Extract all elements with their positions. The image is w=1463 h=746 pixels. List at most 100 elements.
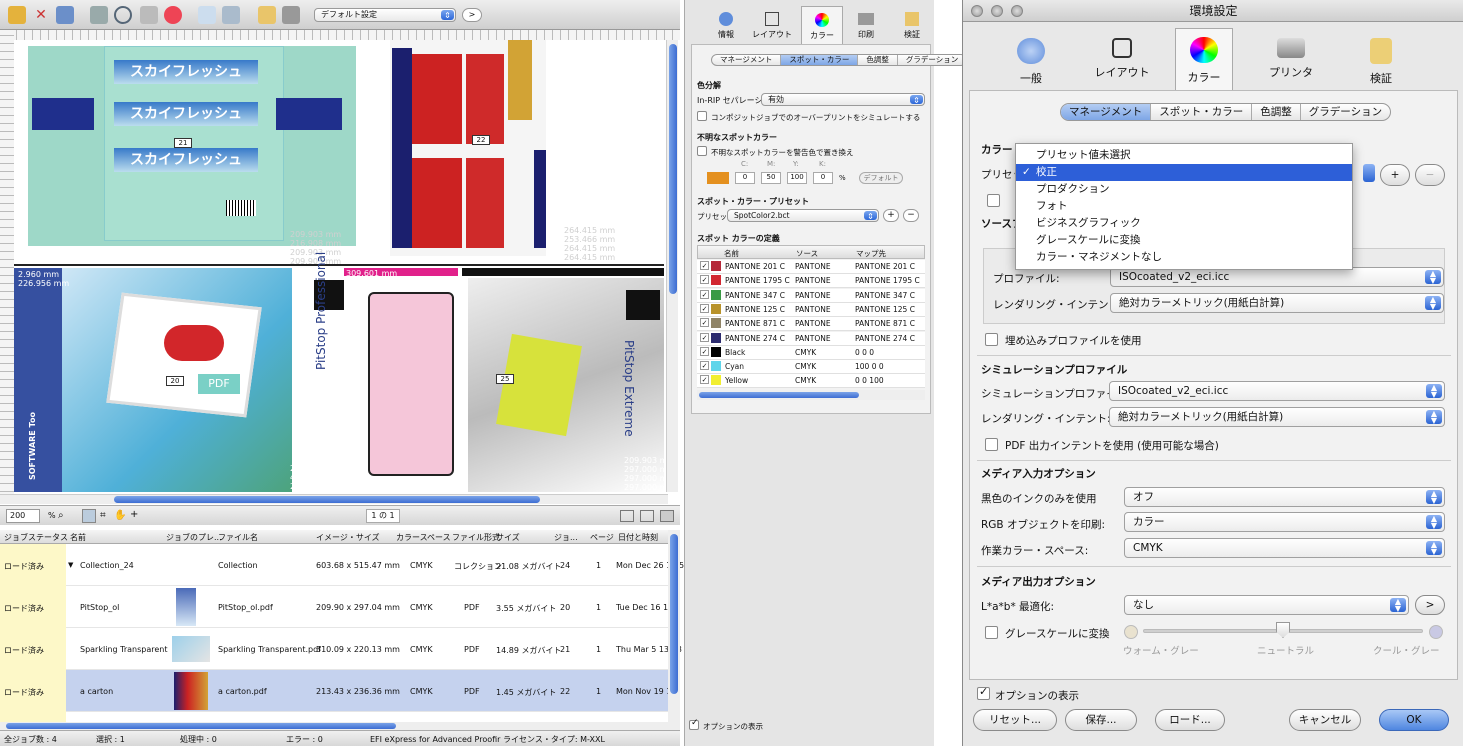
menu-item[interactable]: プリセット値未選択 <box>1016 147 1352 164</box>
edit-icon[interactable] <box>258 6 276 24</box>
spot-table-row[interactable]: ✓ PANTONE 274 C PANTONE PANTONE 274 C <box>697 331 925 346</box>
menu-item[interactable]: グレースケールに変換 <box>1016 232 1352 249</box>
spot-row-checkbox[interactable]: ✓ <box>700 375 709 385</box>
grayscale-checkbox[interactable] <box>985 626 998 639</box>
crop-tool-icon[interactable]: ⌗ <box>100 510 106 521</box>
separation-select[interactable]: 有効 ⇕ <box>761 93 925 106</box>
print-icon[interactable] <box>90 6 108 24</box>
page-indicator[interactable]: 1 の 1 <box>366 509 400 523</box>
table-row[interactable]: ロード済み PitStop_ol PitStop_ol.pdf 209.90 x… <box>0 586 676 628</box>
mid-show-options-checkbox[interactable]: ✓ <box>689 718 699 730</box>
cancel-button[interactable]: キャンセル <box>1289 709 1361 731</box>
simulation-intent-select[interactable]: 絶対カラーメトリック(用紙白計算) ▲ ▼ <box>1109 407 1445 427</box>
preset-select[interactable]: デフォルト設定 ⇕ <box>314 8 456 22</box>
warning-color-swatch[interactable] <box>707 172 729 184</box>
tab-info[interactable]: 情報 <box>705 8 747 42</box>
zoom-icon[interactable]: ⌕ <box>58 510 64 521</box>
preset-dropdown-menu[interactable]: プリセット値未選択 校正 プロダクション フォト ビジネスグラフィック グレース… <box>1015 143 1353 270</box>
ok-button[interactable]: OK <box>1379 709 1449 731</box>
hidden-option-checkbox[interactable] <box>987 194 1000 207</box>
tab-printer[interactable]: プリンタ <box>1261 30 1321 90</box>
disclosure-triangle-icon[interactable]: ▼ <box>68 561 73 569</box>
save-button[interactable]: 保存... <box>1065 709 1137 731</box>
remove-preset-button[interactable]: − <box>1415 164 1445 186</box>
delete-icon[interactable]: ✕ <box>32 6 50 24</box>
pointer-tool-icon[interactable] <box>82 509 96 523</box>
embedded-profile-checkbox[interactable] <box>985 333 998 346</box>
unknown-spot-checkbox[interactable] <box>697 146 707 156</box>
menu-item[interactable]: ビジネスグラフィック <box>1016 215 1352 232</box>
spot-table-row[interactable]: ✓ PANTONE 125 C PANTONE PANTONE 125 C <box>697 302 925 317</box>
preset-select-arrow[interactable] <box>1363 164 1375 182</box>
black-ink-select[interactable]: オフ ▲ ▼ <box>1124 487 1445 507</box>
profile-select[interactable]: ISOcoated_v2_eci.icc ▲ ▼ <box>1110 267 1444 287</box>
show-options-checkbox[interactable]: ✓ <box>977 685 990 700</box>
table-hscroll[interactable] <box>0 722 668 730</box>
close-window-icon[interactable] <box>971 5 983 17</box>
overprint-checkbox[interactable] <box>697 111 707 121</box>
pdf-output-intent-checkbox[interactable] <box>985 438 998 451</box>
default-button[interactable]: デフォルト <box>859 172 903 184</box>
menu-item[interactable]: プロダクション <box>1016 181 1352 198</box>
tab-general[interactable]: 一般 <box>1003 30 1059 90</box>
table-row[interactable]: ロード済み ▼ Collection_24 Collection 603.68 … <box>0 544 684 586</box>
folder-icon[interactable] <box>8 6 26 24</box>
spot-row-checkbox[interactable]: ✓ <box>700 361 709 371</box>
minimize-window-icon[interactable] <box>991 5 1003 17</box>
lab-optimization-select[interactable]: なし ▲ ▼ <box>1124 595 1409 615</box>
fit-width-icon[interactable] <box>620 510 634 522</box>
win-segmented-control[interactable]: マネージメント スポット・カラー 色調整 グラデーション <box>1060 103 1392 121</box>
load-button[interactable]: ロード... <box>1155 709 1225 731</box>
spot-row-checkbox[interactable]: ✓ <box>700 303 709 313</box>
spot-row-checkbox[interactable]: ✓ <box>700 318 709 328</box>
zoom-field[interactable]: 200 <box>6 509 40 523</box>
hand-tool-icon[interactable]: ✋ <box>114 510 126 521</box>
spot-table-row[interactable]: ✓ Cyan CMYK 100 0 0 <box>697 360 925 375</box>
window-icon[interactable] <box>198 6 216 24</box>
save-icon[interactable] <box>56 6 74 24</box>
tab-layout[interactable]: レイアウト <box>1089 30 1155 90</box>
table-row-selected[interactable]: ロード済み a carton a carton.pdf 213.43 x 236… <box>0 670 679 712</box>
table-vscroll[interactable] <box>668 530 680 730</box>
spot-row-checkbox[interactable]: ✓ <box>700 275 709 285</box>
spot-table-row[interactable]: ✓ PANTONE 1795 C PANTONE PANTONE 1795 C <box>697 274 925 289</box>
preview-icon[interactable] <box>114 6 132 24</box>
tab-verify[interactable]: 検証 <box>1353 30 1409 90</box>
mid-segmented-control[interactable]: マネージメント スポット・カラー 色調整 グラデーション <box>711 54 968 66</box>
canvas-hscroll[interactable] <box>0 494 668 504</box>
spot-row-checkbox[interactable]: ✓ <box>700 261 709 270</box>
canvas-vscroll[interactable] <box>666 40 678 492</box>
menu-item[interactable]: フォト <box>1016 198 1352 215</box>
spot-table-hscroll[interactable] <box>697 390 925 400</box>
tab-verify[interactable]: 検証 <box>891 8 933 42</box>
menu-item-selected[interactable]: 校正 <box>1016 164 1352 181</box>
spot-row-checkbox[interactable]: ✓ <box>700 346 709 356</box>
record-icon[interactable] <box>164 6 182 24</box>
spot-table-row[interactable]: ✓ Black CMYK 0 0 0 <box>697 345 925 360</box>
spot-table-row[interactable]: ✓ PANTONE 871 C PANTONE PANTONE 871 C <box>697 317 925 332</box>
tab-color[interactable]: カラー <box>1175 28 1233 90</box>
add-preset-button[interactable]: + <box>1380 164 1410 186</box>
lab-options-button[interactable]: > <box>1415 595 1445 615</box>
table-row[interactable]: ロード済み Sparkling Transparent Sparkling Tr… <box>0 628 682 670</box>
spot-table-row[interactable]: ✓ Yellow CMYK 0 0 100 <box>697 374 925 389</box>
remove-preset-button[interactable]: − <box>903 209 919 222</box>
simulation-profile-select[interactable]: ISOcoated_v2_eci.icc ▲ ▼ <box>1109 381 1445 401</box>
zoom-window-icon[interactable] <box>1011 5 1023 17</box>
crosshair-tool-icon[interactable]: + <box>130 509 138 520</box>
tiff-icon[interactable] <box>140 6 158 24</box>
rgb-object-select[interactable]: カラー ▲ ▼ <box>1124 512 1445 532</box>
split-view-icon[interactable] <box>660 510 674 522</box>
tab-print[interactable]: 印刷 <box>845 8 887 42</box>
menu-item[interactable]: カラー・マネジメントなし <box>1016 249 1352 266</box>
spot-table-row[interactable]: ✓ PANTONE 201 C PANTONE PANTONE 201 C <box>697 260 925 274</box>
fit-page-icon[interactable] <box>640 510 654 522</box>
image-icon[interactable] <box>222 6 240 24</box>
add-preset-button[interactable]: + <box>883 209 899 222</box>
spot-table-row[interactable]: ✓ PANTONE 347 C PANTONE PANTONE 347 C <box>697 288 925 303</box>
tab-layout[interactable]: レイアウト <box>751 8 793 42</box>
reset-button[interactable]: リセット... <box>973 709 1057 731</box>
spot-row-checkbox[interactable]: ✓ <box>700 289 709 299</box>
rendering-intent-select[interactable]: 絶対カラーメトリック(用紙白計算) ▲ ▼ <box>1110 293 1444 313</box>
tab-color[interactable]: カラー <box>801 6 843 44</box>
